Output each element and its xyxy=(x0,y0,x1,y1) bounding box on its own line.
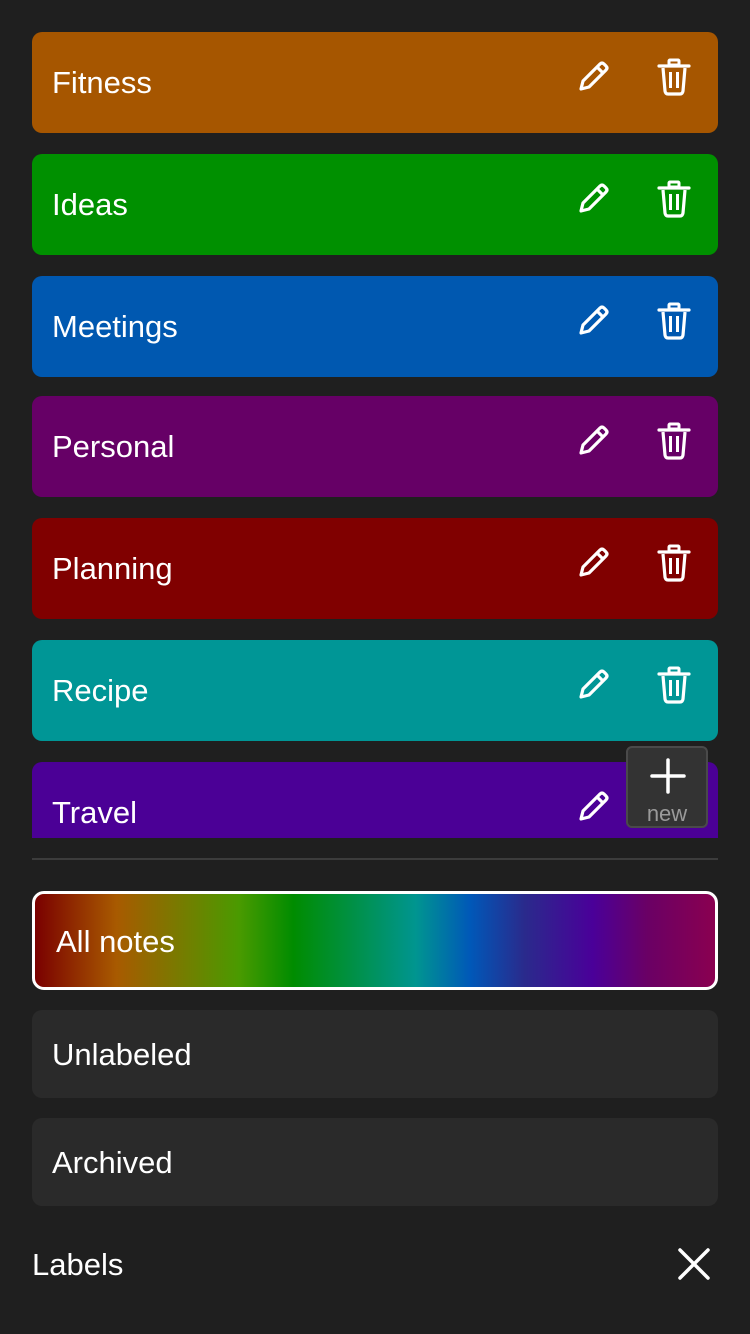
pencil-icon[interactable] xyxy=(572,420,614,462)
filter-all-notes[interactable]: All notes xyxy=(32,891,718,990)
label-row-planning[interactable]: Planning xyxy=(32,518,718,619)
pencil-icon[interactable] xyxy=(572,664,614,706)
divider xyxy=(32,858,718,860)
trash-icon[interactable] xyxy=(653,542,695,584)
label-name: Personal xyxy=(52,429,175,464)
pencil-icon[interactable] xyxy=(572,178,614,220)
label-name: Planning xyxy=(52,551,173,586)
label-list: Fitness Ideas Meetings Personal Planning Reci… xyxy=(32,32,718,838)
trash-icon[interactable] xyxy=(653,178,695,220)
trash-icon[interactable] xyxy=(653,56,695,98)
label-row-personal[interactable]: Personal xyxy=(32,396,718,497)
filter-unlabeled-label: Unlabeled xyxy=(52,1037,192,1072)
label-row-travel[interactable]: Travel xyxy=(32,762,718,838)
plus-icon xyxy=(650,758,686,794)
close-icon[interactable] xyxy=(674,1244,714,1284)
label-name: Meetings xyxy=(52,309,178,344)
footer-bar: Labels xyxy=(0,1210,750,1334)
label-row-meetings[interactable]: Meetings xyxy=(32,276,718,377)
trash-icon[interactable] xyxy=(653,664,695,706)
label-row-ideas[interactable]: Ideas xyxy=(32,154,718,255)
filter-all-notes-label: All notes xyxy=(56,924,175,959)
filter-archived[interactable]: Archived xyxy=(32,1118,718,1206)
trash-icon[interactable] xyxy=(653,420,695,462)
label-name: Ideas xyxy=(52,187,128,222)
pencil-icon[interactable] xyxy=(572,300,614,342)
pencil-icon[interactable] xyxy=(572,786,614,828)
label-row-recipe[interactable]: Recipe xyxy=(32,640,718,741)
filter-unlabeled[interactable]: Unlabeled xyxy=(32,1010,718,1098)
pencil-icon[interactable] xyxy=(572,56,614,98)
trash-icon[interactable] xyxy=(653,300,695,342)
label-name: Travel xyxy=(52,795,137,830)
label-row-fitness[interactable]: Fitness xyxy=(32,32,718,133)
label-name: Fitness xyxy=(52,65,152,100)
labels-screen: Fitness Ideas Meetings Personal Planning Reci… xyxy=(0,0,750,1334)
label-name: Recipe xyxy=(52,673,149,708)
new-label-button[interactable]: new xyxy=(626,746,708,828)
filter-archived-label: Archived xyxy=(52,1145,173,1180)
pencil-icon[interactable] xyxy=(572,542,614,584)
footer-title: Labels xyxy=(32,1247,124,1282)
new-label-text: new xyxy=(646,801,688,826)
